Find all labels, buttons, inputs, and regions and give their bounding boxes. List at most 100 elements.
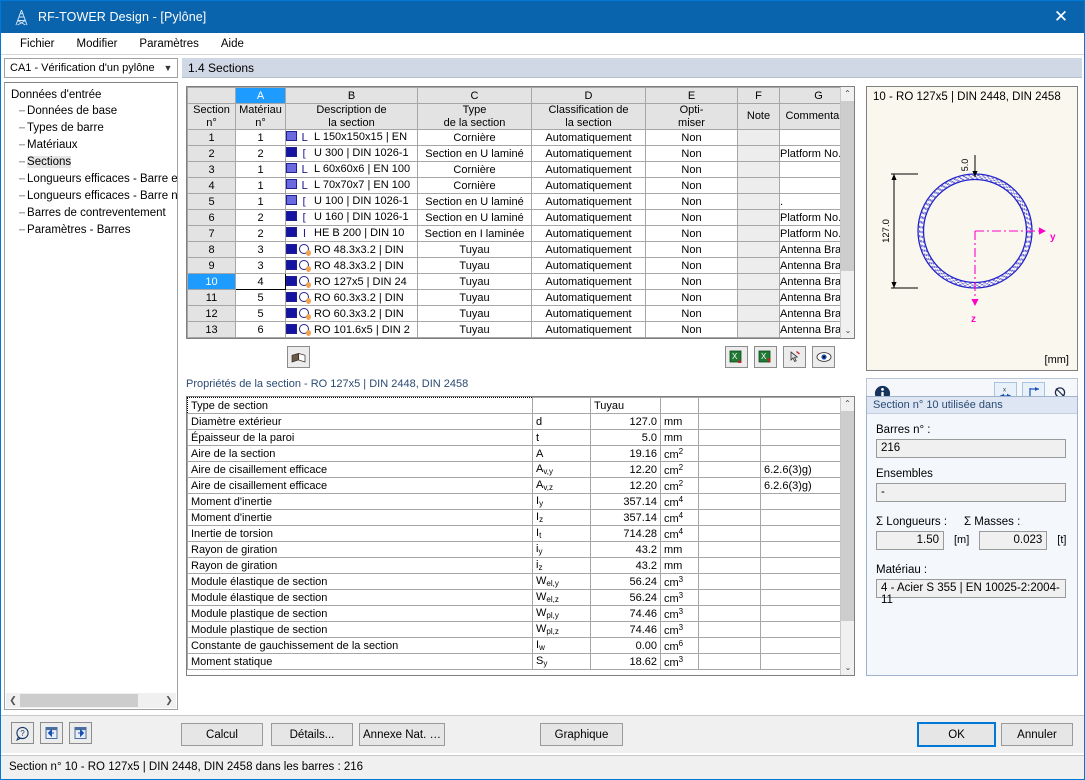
cell-description[interactable]: L L 70x70x7 | EN 100	[285, 177, 418, 194]
cell-classification[interactable]: Automatiquement	[531, 241, 646, 258]
property-value[interactable]: 74.46	[590, 605, 661, 622]
table-row[interactable]: 12 5 RO 60.3x3.2 | DIN Tuyau Automatiquemen…	[187, 305, 854, 322]
cell-description[interactable]: L L 60x60x6 | EN 100	[285, 161, 418, 178]
cell-classification[interactable]: Automatiquement	[531, 289, 646, 306]
cell-materiau-no[interactable]: 6	[235, 321, 286, 338]
cell-optimiser[interactable]: Non	[645, 305, 738, 322]
cell-optimiser[interactable]: Non	[645, 129, 738, 146]
cell-classification[interactable]: Automatiquement	[531, 321, 646, 338]
cell-type[interactable]: Section en I laminée	[417, 225, 532, 242]
col-letter-b[interactable]: B	[285, 87, 418, 104]
prev-window-icon[interactable]	[40, 722, 63, 744]
calcul-button[interactable]: Calcul	[181, 723, 263, 746]
masses-field[interactable]: 0.023	[979, 531, 1048, 550]
col-letter-c[interactable]: C	[417, 87, 532, 104]
cell-classification[interactable]: Automatiquement	[531, 225, 646, 242]
cell-materiau-no[interactable]: 1	[235, 161, 286, 178]
cell-note[interactable]	[737, 321, 780, 338]
cell-type[interactable]: Tuyau	[417, 241, 532, 258]
cell-description[interactable]: RO 60.3x3.2 | DIN	[285, 289, 418, 306]
cell-optimiser[interactable]: Non	[645, 225, 738, 242]
col-letter-a[interactable]: A	[235, 87, 286, 104]
cell-optimiser[interactable]: Non	[645, 177, 738, 194]
col-letter-f[interactable]: F	[737, 87, 780, 104]
col-letter-d[interactable]: D	[531, 87, 646, 104]
cell-classification[interactable]: Automatiquement	[531, 161, 646, 178]
cell-note[interactable]	[737, 209, 780, 226]
scroll-down-icon[interactable]: ⌄	[841, 324, 854, 338]
sidebar-horizontal-scrollbar[interactable]: ❮ ❯	[6, 693, 176, 708]
next-window-icon[interactable]	[69, 722, 92, 744]
cell-section-no[interactable]: 5	[187, 193, 236, 210]
cell-materiau-no[interactable]: 1	[235, 129, 286, 146]
cell-type[interactable]: Tuyau	[417, 305, 532, 322]
cell-materiau-no[interactable]: 1	[235, 177, 286, 194]
cell-classification[interactable]: Automatiquement	[531, 305, 646, 322]
property-value[interactable]: 56.24	[590, 589, 661, 606]
sets-field[interactable]: -	[876, 483, 1066, 502]
scrollbar-thumb[interactable]	[841, 411, 854, 621]
property-value[interactable]: 19.16	[590, 445, 661, 462]
cell-description[interactable]: L L 150x150x15 | EN	[285, 129, 418, 146]
cell-description[interactable]: RO 60.3x3.2 | DIN	[285, 305, 418, 322]
cell-optimiser[interactable]: Non	[645, 145, 738, 162]
property-row[interactable]: Épaisseur de la paroi t 5.0 mm	[187, 429, 842, 446]
cell-materiau-no[interactable]: 5	[235, 289, 286, 306]
cell-optimiser[interactable]: Non	[645, 209, 738, 226]
cell-section-no[interactable]: 3	[187, 161, 236, 178]
cell-classification[interactable]: Automatiquement	[531, 257, 646, 274]
property-value[interactable]: 56.24	[590, 573, 661, 590]
cell-classification[interactable]: Automatiquement	[531, 129, 646, 146]
scroll-right-icon[interactable]: ❯	[162, 695, 176, 706]
table-row[interactable]: 31L L 60x60x6 | EN 100 Cornière Automatiqu…	[187, 161, 854, 178]
sections-table[interactable]: A B C D E F G Section n° Matériau n° Des…	[186, 86, 855, 339]
tree-root-input-data[interactable]: Données d'entrée	[9, 87, 177, 103]
menu-parametres[interactable]: Paramètres	[128, 36, 209, 52]
cell-classification[interactable]: Automatiquement	[531, 145, 646, 162]
col-letter-e[interactable]: E	[645, 87, 738, 104]
cell-note[interactable]	[737, 241, 780, 258]
cell-description[interactable]: RO 48.3x3.2 | DIN	[285, 257, 418, 274]
property-row[interactable]: Inertie de torsion It 714.28 cm4	[187, 525, 842, 542]
table-row[interactable]: 2 2[ U 300 | DIN 1026-1 Section en U lamin…	[187, 145, 854, 162]
cell-note[interactable]	[737, 177, 780, 194]
export-down-icon[interactable]: X	[754, 346, 777, 368]
sidebar-item-longueurs-efficaces-barre-nor[interactable]: ⋯ Longueurs efficaces - Barre nor	[9, 188, 177, 205]
scroll-down-icon[interactable]: ⌄	[841, 661, 854, 675]
annexe-nat-button[interactable]: Annexe Nat. …	[359, 723, 445, 746]
bars-field[interactable]: 216	[876, 439, 1066, 458]
cell-materiau-no[interactable]: 5	[235, 305, 286, 322]
property-value[interactable]: 43.2	[590, 541, 661, 558]
details-button[interactable]: Détails...	[271, 723, 353, 746]
cell-classification[interactable]: Automatiquement	[531, 177, 646, 194]
cell-type[interactable]: Cornière	[417, 177, 532, 194]
table-row[interactable]: 5 1[ U 100 | DIN 1026-1 Section en U lamin…	[187, 193, 854, 210]
property-value[interactable]: 18.62	[590, 653, 661, 670]
graphique-button[interactable]: Graphique	[540, 723, 623, 746]
property-value[interactable]: 714.28	[590, 525, 661, 542]
property-row[interactable]: Diamètre extérieur d 127.0 mm	[187, 413, 842, 430]
cell-section-no[interactable]: 13	[187, 321, 236, 338]
property-row[interactable]: Moment d'inertie Iy 357.14 cm4	[187, 493, 842, 510]
eye-icon[interactable]	[812, 346, 835, 368]
material-field[interactable]: 4 - Acier S 355 | EN 10025-2:2004-11	[876, 579, 1066, 606]
lengths-field[interactable]: 1.50	[876, 531, 944, 550]
export-up-icon[interactable]: X	[725, 346, 748, 368]
cell-description[interactable]: [ U 300 | DIN 1026-1	[285, 145, 418, 162]
cancel-button[interactable]: Annuler	[1001, 723, 1073, 746]
cell-optimiser[interactable]: Non	[645, 241, 738, 258]
cell-type[interactable]: Tuyau	[417, 273, 532, 290]
cell-section-no[interactable]: 10	[187, 273, 236, 290]
library-icon[interactable]	[287, 346, 310, 368]
property-row[interactable]: Module plastique de section Wpl,z 74.46 cm3	[187, 621, 842, 638]
cell-note[interactable]	[737, 161, 780, 178]
property-row[interactable]: Aire de cisaillement efficace Av,z 12.20 cm…	[187, 477, 842, 494]
cell-description[interactable]: RO 101.6x5 | DIN 2	[285, 321, 418, 338]
cell-description[interactable]: [ U 100 | DIN 1026-1	[285, 193, 418, 210]
cell-note[interactable]	[737, 145, 780, 162]
cell-note[interactable]	[737, 273, 780, 290]
property-row[interactable]: Rayon de giration iy 43.2 mm	[187, 541, 842, 558]
scrollbar-thumb[interactable]	[841, 101, 854, 271]
cell-classification[interactable]: Automatiquement	[531, 273, 646, 290]
cell-description[interactable]: [ U 160 | DIN 1026-1	[285, 209, 418, 226]
